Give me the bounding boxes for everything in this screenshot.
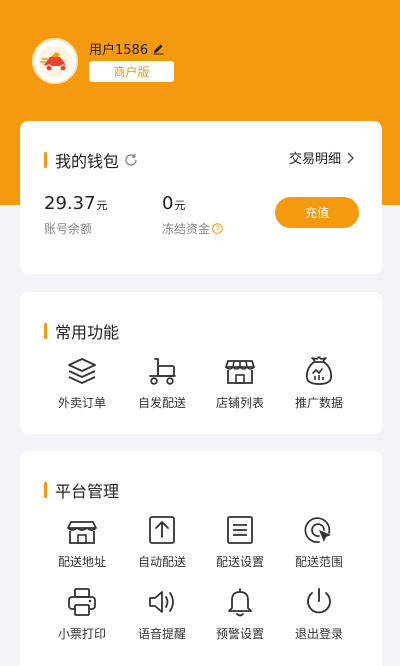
function-label: 店铺列表 (215, 396, 264, 410)
role-badge: 商户版 (89, 61, 174, 82)
function-item-promotion-data[interactable]: 推广数据 (274, 354, 364, 411)
function-label: 自发配送 (137, 396, 186, 410)
platform-label: 配送范围 (294, 555, 343, 569)
platform-item-delivery-address[interactable]: 配送地址 (37, 513, 127, 570)
section-accent-bar (44, 482, 47, 498)
balance-label: 账号余额 (44, 220, 92, 237)
username-row: 用户1586 (89, 39, 165, 58)
transaction-detail-link[interactable]: 交易明细 (289, 148, 354, 167)
platform-item-delivery-range[interactable]: 配送范围 (274, 513, 364, 570)
printer-icon (68, 588, 96, 616)
platform-item-voice-reminder[interactable]: 语音提醒 (117, 585, 207, 642)
frozen-value: 0 (162, 193, 174, 214)
function-item-store-list[interactable]: 店铺列表 (195, 354, 285, 411)
delivery-scooter-logo-icon (39, 45, 71, 77)
function-item-takeout-orders[interactable]: 外卖订单 (37, 354, 127, 411)
wallet-title: 我的钱包 (55, 152, 120, 171)
platform-item-delivery-settings[interactable]: 配送设置 (195, 513, 285, 570)
common-functions-title-row: 常用功能 (44, 319, 119, 343)
platform-management-card: 平台管理 配送地址 自动配送 配送设置 配送范围 小票打印 语音提醒 预警设置 … (20, 451, 382, 666)
platform-management-title: 平台管理 (55, 482, 120, 501)
section-accent-bar (44, 323, 47, 339)
delivery-cart-icon (149, 358, 176, 385)
store-icon (225, 360, 255, 384)
platform-item-alert-settings[interactable]: 预警设置 (195, 585, 285, 642)
chevron-right-icon (347, 152, 354, 163)
document-icon (227, 516, 253, 544)
svg-text:?: ? (216, 224, 220, 233)
bell-icon (228, 588, 252, 617)
refresh-icon[interactable] (123, 152, 139, 168)
upload-icon (149, 516, 175, 544)
balance-value: 29.37 (44, 193, 96, 214)
frozen-label-text: 冻结资金 (162, 222, 211, 236)
transaction-detail-label: 交易明细 (288, 152, 341, 167)
common-functions-card: 常用功能 外卖订单 自发配送 店铺列表 推广数据 (20, 292, 382, 434)
frozen-unit: 元 (174, 199, 186, 212)
platform-label: 小票打印 (57, 627, 106, 641)
platform-label: 语音提醒 (137, 627, 186, 641)
platform-label: 配送设置 (215, 555, 264, 569)
function-item-self-delivery[interactable]: 自发配送 (117, 354, 207, 411)
section-accent-bar (44, 152, 47, 168)
wallet-title-row: 我的钱包 (44, 148, 139, 172)
balance-unit: 元 (96, 199, 108, 212)
recharge-button[interactable]: 充值 (275, 197, 359, 228)
help-icon[interactable]: ? (212, 223, 223, 234)
layers-icon (68, 358, 96, 384)
chart-bag-icon (305, 356, 333, 385)
platform-item-logout[interactable]: 退出登录 (274, 585, 364, 642)
balance-amount: 29.37元 (44, 193, 108, 214)
shop-address-icon (67, 521, 97, 544)
balance-label-text: 账号余额 (44, 222, 93, 236)
pencil-icon[interactable] (152, 42, 165, 55)
platform-label: 退出登录 (294, 627, 343, 641)
platform-label: 配送地址 (57, 555, 106, 569)
platform-item-receipt-print[interactable]: 小票打印 (37, 585, 127, 642)
avatar[interactable] (32, 38, 78, 84)
platform-item-auto-delivery[interactable]: 自动配送 (117, 513, 207, 570)
username: 用户1586 (89, 42, 149, 58)
platform-label: 预警设置 (215, 627, 264, 641)
speaker-icon (149, 591, 174, 613)
power-icon (307, 588, 331, 614)
wallet-card: 我的钱包 交易明细 29.37元 账号余额 0元 冻结资金 ? 充值 (20, 121, 382, 274)
frozen-label: 冻结资金 ? (162, 220, 223, 237)
platform-management-title-row: 平台管理 (44, 478, 119, 502)
platform-label: 自动配送 (137, 555, 186, 569)
function-label: 推广数据 (294, 396, 343, 410)
frozen-amount: 0元 (162, 193, 185, 214)
range-pointer-icon (304, 517, 331, 543)
function-label: 外卖订单 (57, 396, 106, 410)
common-functions-title: 常用功能 (55, 323, 120, 342)
